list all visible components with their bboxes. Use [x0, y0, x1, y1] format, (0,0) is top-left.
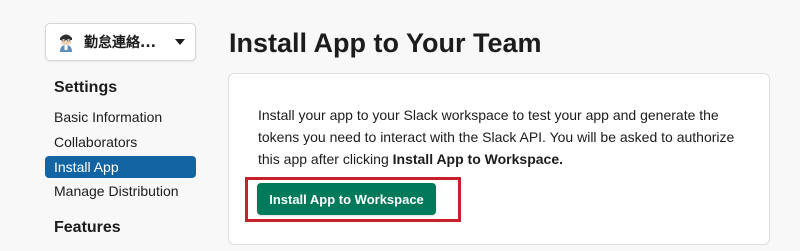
sidebar-item-manage-distribution[interactable]: Manage Distribution	[45, 180, 196, 202]
sidebar-item-install-app[interactable]: Install App	[45, 156, 196, 178]
sidebar-item-collaborators[interactable]: Collaborators	[45, 131, 196, 153]
install-description-emphasis: Install App to Workspace.	[392, 151, 563, 167]
install-app-to-workspace-button[interactable]: Install App to Workspace	[257, 183, 436, 215]
features-section-title: Features	[54, 219, 121, 236]
settings-section-title: Settings	[54, 79, 118, 96]
install-app-page: 勤怠連絡... Settings Basic Information Colla…	[0, 0, 800, 251]
chevron-down-icon	[175, 39, 185, 45]
app-avatar-icon	[56, 32, 76, 52]
install-description: Install your app to your Slack workspace…	[258, 104, 758, 170]
page-title: Install App to Your Team	[229, 28, 542, 58]
app-selector-dropdown[interactable]: 勤怠連絡...	[45, 23, 196, 61]
install-app-card: Install your app to your Slack workspace…	[228, 73, 770, 245]
app-selector-label: 勤怠連絡...	[84, 35, 156, 51]
sidebar-item-basic-information[interactable]: Basic Information	[45, 106, 196, 128]
